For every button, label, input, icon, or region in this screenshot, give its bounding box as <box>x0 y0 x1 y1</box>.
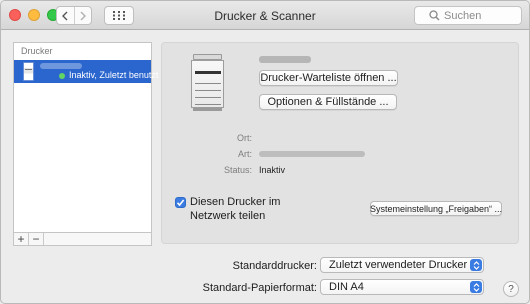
options-supplies-button[interactable]: Optionen & Füllstände ... <box>259 94 397 110</box>
remove-printer-button[interactable]: − <box>29 233 44 245</box>
printer-list: Drucker Inaktiv, Zuletzt benutzt <box>13 42 158 244</box>
redacted-printer-title <box>259 56 311 63</box>
printer-list-item[interactable]: Inaktiv, Zuletzt benutzt <box>14 60 158 83</box>
default-paper-label: Standard-Papierformat: <box>202 282 317 294</box>
printer-status-text: Inaktiv, Zuletzt benutzt <box>69 70 159 80</box>
share-printer-checkbox[interactable] <box>175 197 186 208</box>
default-printer-value: Zuletzt verwendeter Drucker <box>329 259 468 271</box>
updown-arrows-icon <box>470 281 482 293</box>
sharing-preferences-button[interactable]: Systemeinstellung „Freigaben“ ... <box>370 201 502 216</box>
add-printer-button[interactable]: + <box>14 233 29 245</box>
printer-icon <box>23 62 34 81</box>
help-button[interactable]: ? <box>503 281 519 297</box>
share-printer-label[interactable]: Diesen Drucker im Netzwerk teilen <box>190 195 310 223</box>
default-printer-label: Standarddrucker: <box>232 260 317 272</box>
status-label: Status: <box>223 165 252 175</box>
printers-scanners-window: Drucker & Scanner Drucker Inaktiv, Zulet… <box>0 0 530 304</box>
default-paper-popup[interactable]: DIN A4 <box>320 279 484 295</box>
search-field[interactable] <box>414 6 522 25</box>
checkmark-icon <box>176 199 185 207</box>
default-paper-value: DIN A4 <box>329 281 364 293</box>
open-print-queue-button[interactable]: Drucker-Warteliste öffnen ... <box>259 70 398 86</box>
printer-list-header: Drucker <box>21 46 53 56</box>
title-bar: Drucker & Scanner <box>1 1 529 30</box>
printer-image <box>191 54 224 115</box>
default-printer-popup[interactable]: Zuletzt verwendeter Drucker <box>320 257 484 273</box>
status-dot-icon <box>59 73 65 79</box>
printer-list-toolbar: + − <box>13 232 152 246</box>
location-label: Ort: <box>237 133 252 143</box>
updown-arrows-icon <box>470 259 482 271</box>
search-icon <box>429 10 440 21</box>
redacted-printer-name <box>40 63 82 69</box>
redacted-kind-value <box>259 151 365 157</box>
search-input[interactable] <box>444 9 514 22</box>
kind-label: Art: <box>237 149 252 159</box>
status-value: Inaktiv <box>259 165 286 175</box>
